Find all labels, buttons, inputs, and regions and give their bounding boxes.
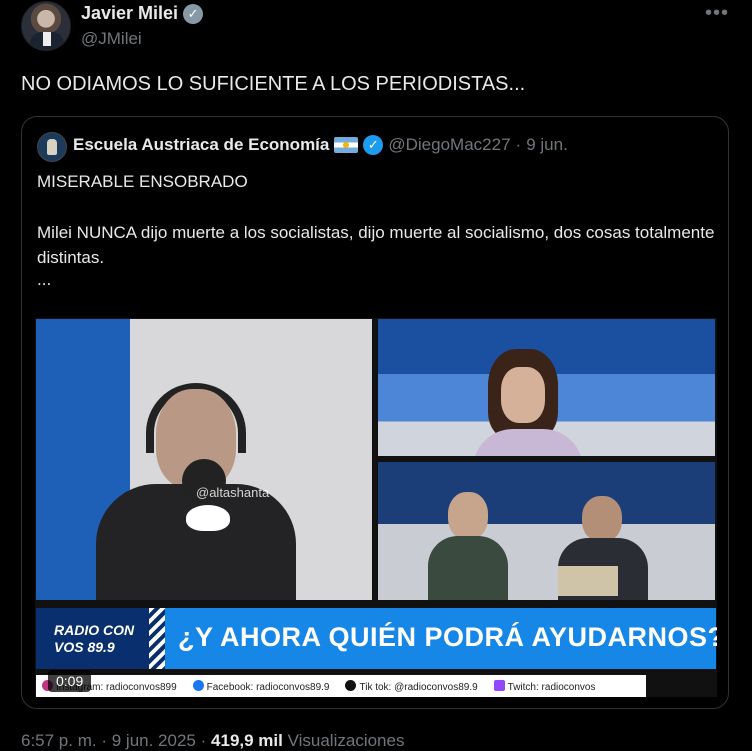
quote-author-name[interactable]: Escuela Austriaca de Economía: [73, 135, 329, 155]
author-name[interactable]: Javier Milei: [81, 3, 178, 24]
social-tiktok: Tik tok: @radioconvos89.9: [345, 679, 478, 693]
post-date[interactable]: 9 jun. 2025: [112, 731, 196, 750]
video-watermark: @altashanta: [196, 485, 270, 500]
tweet-text: NO ODIAMOS LO SUFICIENTE A LOS PERIODIST…: [21, 73, 526, 95]
social-label: Tik tok: @radioconvos89.9: [359, 681, 478, 693]
verified-badge-icon: ✓: [183, 3, 204, 24]
quoted-tweet[interactable]: Escuela Austriaca de Economía ✓ @DiegoMa…: [21, 116, 729, 709]
social-twitch: Twitch: radioconvos: [493, 679, 596, 693]
verified-badge-icon: ✓: [363, 135, 384, 155]
tweet: Javier Milei ✓ @JMilei ••• NO ODIAMOS LO…: [0, 0, 752, 751]
more-icon[interactable]: •••: [705, 2, 729, 25]
separator: ·: [200, 731, 207, 750]
social-ticker: Instagram: radioconvos899 Facebook: radi…: [36, 675, 646, 697]
video-panel-bottom-right: [378, 462, 715, 600]
video-panel-main: @altashanta: [36, 319, 372, 600]
avatar[interactable]: [21, 1, 71, 51]
views-label: Visualizaciones: [287, 731, 405, 750]
avatar-shirt: [43, 32, 51, 46]
argentina-flag-icon: [334, 137, 359, 153]
banner-headline: ¿Y AHORA QUIÉN PODRÁ AYUDARNOS?: [178, 622, 717, 652]
quote-text-line1: MISERABLE ENSOBRADO: [37, 172, 248, 191]
quote-avatar[interactable]: [37, 132, 67, 162]
guest1-body: [428, 536, 508, 600]
banner-stripes: [149, 608, 165, 669]
host-body: [473, 429, 583, 456]
guest1-head: [448, 492, 488, 540]
quote-header: Escuela Austriaca de Economía ✓ @DiegoMa…: [73, 135, 568, 155]
video-player[interactable]: @altashanta RADIO CON VOS 89.9 ¿Y AHORA …: [35, 318, 717, 697]
video-duration-badge: 0:09: [48, 670, 92, 692]
quote-date[interactable]: 9 jun.: [526, 135, 568, 155]
tiktok-icon: [345, 679, 357, 691]
host-figure: [473, 349, 583, 456]
guest2-head: [582, 496, 622, 542]
social-facebook: Facebook: radioconvos89.9: [192, 679, 330, 693]
laptop: [558, 566, 618, 596]
social-label: Facebook: radioconvos89.9: [206, 681, 330, 693]
quote-text-line3: ...: [37, 270, 52, 289]
video-panel-top-right: [378, 319, 715, 456]
post-time[interactable]: 6:57 p. m.: [21, 731, 97, 750]
facebook-icon: [192, 679, 204, 691]
quote-text-line2: Milei NUNCA dijo muerte a los socialista…: [37, 223, 715, 267]
author-handle[interactable]: @JMilei: [81, 29, 142, 49]
mic-flag: [186, 505, 230, 531]
view-count: 419,9 mil: [211, 731, 283, 750]
tweet-meta: 6:57 p. m. · 9 jun. 2025 · 419,9 mil Vis…: [21, 731, 404, 751]
quote-author-handle[interactable]: @DiegoMac227: [388, 135, 510, 155]
guest-figure-1: [428, 492, 508, 600]
social-label: Twitch: radioconvos: [507, 681, 596, 693]
host-face: [501, 367, 545, 423]
display-name[interactable]: Javier Milei ✓: [81, 3, 204, 24]
twitch-icon: [493, 679, 505, 691]
separator: ·: [515, 135, 522, 154]
logo-line1: RADIO CON: [54, 622, 135, 638]
radio-logo: RADIO CON VOS 89.9: [36, 608, 149, 669]
separator: ·: [101, 731, 108, 750]
lower-third-banner: RADIO CON VOS 89.9 ¿Y AHORA QUIÉN PODRÁ …: [36, 608, 717, 669]
logo-line2: VOS 89.9: [54, 639, 115, 655]
